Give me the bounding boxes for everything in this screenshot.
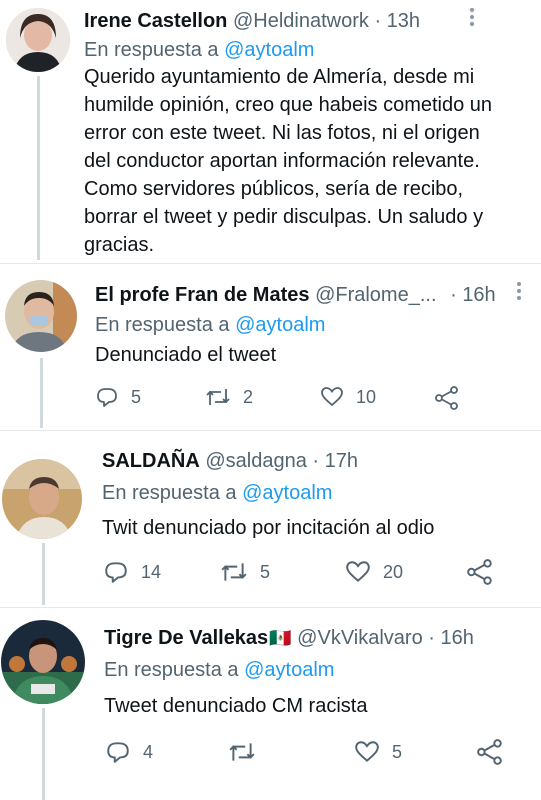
reply-prefix: En respuesta a <box>104 659 239 681</box>
like-button[interactable]: 20 <box>345 559 403 585</box>
display-name[interactable]: Irene Castellon <box>84 10 227 32</box>
reply-button[interactable]: 5 <box>95 385 141 409</box>
share-button[interactable] <box>434 385 460 411</box>
share-button[interactable] <box>476 738 504 766</box>
reply-icon <box>105 562 127 583</box>
avatar[interactable] <box>6 8 70 72</box>
reply-mention-link[interactable]: @aytoalm <box>244 659 334 681</box>
username[interactable]: @VkVikalvaro <box>297 627 423 649</box>
like-count: 5 <box>392 741 403 762</box>
display-name[interactable]: El profe Fran de Mates <box>95 284 310 306</box>
reply-context: En respuesta a @aytoalm <box>104 658 334 682</box>
username[interactable]: @Fralome_... <box>315 284 436 306</box>
share-icon <box>435 386 458 410</box>
thread-line <box>42 543 45 605</box>
tweet-header: Tigre De Vallekas🇲🇽 @VkVikalvaro · 16h <box>104 626 474 650</box>
heart-icon <box>346 561 370 582</box>
retweet-icon <box>221 563 247 581</box>
reply-count: 4 <box>143 741 154 762</box>
reply-count: 5 <box>131 386 142 407</box>
timestamp[interactable]: 17h <box>325 450 358 472</box>
reply-button[interactable]: 4 <box>105 739 153 765</box>
like-button[interactable]: 5 <box>354 739 402 765</box>
retweet-button[interactable] <box>228 739 268 765</box>
tweet-header: SALDAÑA @saldagna · 17h <box>102 449 358 473</box>
display-name[interactable]: Tigre De Vallekas <box>104 627 268 649</box>
separator-dot: · <box>374 10 382 32</box>
reply-context: En respuesta a @aytoalm <box>95 313 325 337</box>
tweet-text: Tweet denunciado CM racista <box>104 695 368 717</box>
reply-context: En respuesta a @aytoalm <box>84 38 314 62</box>
tweet-text: Denunciado el tweet <box>95 344 277 366</box>
timestamp[interactable]: 16h <box>441 627 474 649</box>
tweet-text: Querido ayuntamiento de Almería, desde m… <box>84 66 493 256</box>
tweet-header: Irene Castellon @Heldinatwork · 13h <box>84 9 420 33</box>
heart-icon <box>321 387 343 407</box>
reply-context: En respuesta a @aytoalm <box>102 481 332 505</box>
mexico-flag-icon: 🇲🇽 <box>269 628 292 648</box>
thread-line <box>37 76 40 260</box>
avatar-photo-icon <box>5 280 77 352</box>
separator-dot: · <box>450 284 457 306</box>
reply-icon <box>107 742 129 763</box>
reply-prefix: En respuesta a <box>84 39 219 61</box>
retweet-button[interactable]: 2 <box>205 385 253 409</box>
retweet-count: 2 <box>243 386 254 407</box>
like-button[interactable]: 10 <box>320 385 376 409</box>
separator-dot: · <box>428 627 435 649</box>
reply-button[interactable]: 14 <box>103 559 161 585</box>
retweet-count: 5 <box>260 561 271 582</box>
reply-prefix: En respuesta a <box>102 482 237 504</box>
more-options-icon[interactable] <box>470 8 476 29</box>
timestamp[interactable]: 16h <box>462 284 495 306</box>
avatar[interactable] <box>5 280 77 352</box>
share-icon <box>477 739 502 765</box>
username[interactable]: @Heldinatwork <box>233 10 369 32</box>
avatar-photo-icon <box>6 8 70 72</box>
tweet-2[interactable]: El profe Fran de Mates @Fralome_... · 16… <box>0 264 541 429</box>
tweet-1[interactable]: Irene Castellon @Heldinatwork · 13h En r… <box>0 0 541 262</box>
avatar-photo-icon <box>1 620 85 704</box>
timestamp[interactable]: 13h <box>387 10 420 32</box>
avatar[interactable] <box>2 459 82 539</box>
username[interactable]: @saldagna <box>205 450 306 472</box>
thread-line <box>40 358 43 428</box>
share-button[interactable] <box>466 558 494 586</box>
like-count: 20 <box>383 561 404 582</box>
retweet-icon <box>206 389 230 405</box>
tweet-header: El profe Fran de Mates @Fralome_... · 16… <box>95 283 496 307</box>
thread-line <box>42 708 45 800</box>
more-options-icon[interactable] <box>517 282 523 303</box>
reply-mention-link[interactable]: @aytoalm <box>235 314 325 336</box>
avatar[interactable] <box>1 620 85 704</box>
separator-dot: · <box>312 450 320 472</box>
retweet-icon <box>229 743 255 761</box>
reply-prefix: En respuesta a <box>95 314 230 336</box>
reply-count: 14 <box>141 561 162 582</box>
heart-icon <box>355 741 379 762</box>
display-name[interactable]: SALDAÑA <box>102 450 200 472</box>
like-count: 10 <box>356 386 377 407</box>
reply-mention-link[interactable]: @aytoalm <box>224 39 314 61</box>
retweet-button[interactable]: 5 <box>220 559 270 585</box>
reply-mention-link[interactable]: @aytoalm <box>242 482 332 504</box>
tweet-3[interactable]: SALDAÑA @saldagna · 17h En respuesta a @… <box>0 431 541 606</box>
tweet-4[interactable]: Tigre De Vallekas🇲🇽 @VkVikalvaro · 16h E… <box>0 608 541 800</box>
reply-icon <box>97 388 117 407</box>
share-icon <box>467 559 492 585</box>
tweet-text: Twit denunciado por incitación al odio <box>102 517 435 539</box>
avatar-photo-icon <box>2 459 82 539</box>
